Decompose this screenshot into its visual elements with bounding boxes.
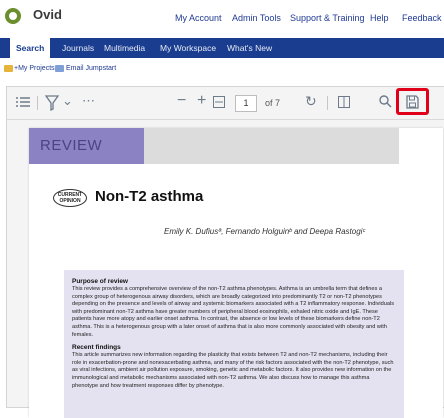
- fit-page-icon[interactable]: [213, 96, 225, 108]
- search-icon[interactable]: [379, 95, 392, 108]
- tab-whats-new[interactable]: What's New: [227, 38, 272, 58]
- toolbar-divider: [37, 96, 38, 110]
- article-authors: Emily K. Dufiusª, Fernando Holguinᵇ and …: [164, 227, 366, 236]
- filter-icon[interactable]: [45, 95, 59, 111]
- abstract-box: Purpose of review This review provides a…: [64, 270, 404, 418]
- findings-text: This article summarizes new information …: [72, 352, 394, 389]
- my-account-link[interactable]: My Account: [175, 13, 222, 23]
- folder-icon: [4, 65, 13, 72]
- list-icon[interactable]: [16, 96, 30, 108]
- chevron-down-icon[interactable]: ⌄: [62, 93, 73, 109]
- viewer-toolbar: ⌄ ⋯ − + 1 of 7 ↻: [7, 87, 444, 120]
- tab-multimedia[interactable]: Multimedia: [104, 38, 145, 58]
- top-header: Ovid My Account Admin Tools Support & Tr…: [0, 0, 444, 39]
- tab-my-workspace[interactable]: My Workspace: [160, 38, 216, 58]
- zoom-out-icon[interactable]: −: [177, 92, 186, 110]
- rotate-icon[interactable]: ↻: [305, 93, 317, 110]
- sub-toolbar: +My Projects Email Jumpstart: [0, 58, 444, 82]
- admin-tools-link[interactable]: Admin Tools: [232, 13, 281, 23]
- page-number-input[interactable]: 1: [235, 95, 257, 112]
- main-nav: Search Journals Multimedia My Workspace …: [0, 38, 444, 58]
- page-count: of 7: [265, 98, 281, 108]
- ovid-logo-icon[interactable]: [5, 8, 21, 24]
- my-projects-link[interactable]: +My Projects: [14, 65, 55, 72]
- document-page: REVIEW CURRENT OPINION Non-T2 asthma Emi…: [29, 128, 443, 418]
- findings-heading: Recent findings: [72, 344, 121, 352]
- email-jumpstart-link[interactable]: Email Jumpstart: [66, 65, 116, 72]
- more-icon[interactable]: ⋯: [82, 93, 95, 109]
- purpose-heading: Purpose of review: [72, 278, 128, 285]
- journal-badge: CURRENT OPINION: [53, 189, 87, 207]
- toolbar-divider: [327, 96, 328, 110]
- section-label: REVIEW: [40, 137, 103, 154]
- page-view-icon[interactable]: [338, 96, 350, 108]
- tab-search[interactable]: Search: [10, 38, 51, 58]
- review-banner: REVIEW: [29, 128, 399, 164]
- email-icon: [55, 65, 64, 72]
- ovid-logo[interactable]: Ovid: [33, 7, 62, 22]
- save-icon[interactable]: [406, 95, 419, 109]
- purpose-text: This review provides a comprehensive ove…: [72, 286, 395, 338]
- pdf-viewer: ⌄ ⋯ − + 1 of 7 ↻ REVIEW CURRENT OPINION …: [6, 86, 444, 418]
- feedback-link[interactable]: Feedback: [402, 13, 442, 23]
- support-training-link[interactable]: Support & Training: [290, 13, 365, 23]
- article-title: Non-T2 asthma: [95, 188, 204, 205]
- help-link[interactable]: Help: [370, 13, 389, 23]
- zoom-in-icon[interactable]: +: [197, 92, 206, 110]
- tab-journals[interactable]: Journals: [62, 38, 94, 58]
